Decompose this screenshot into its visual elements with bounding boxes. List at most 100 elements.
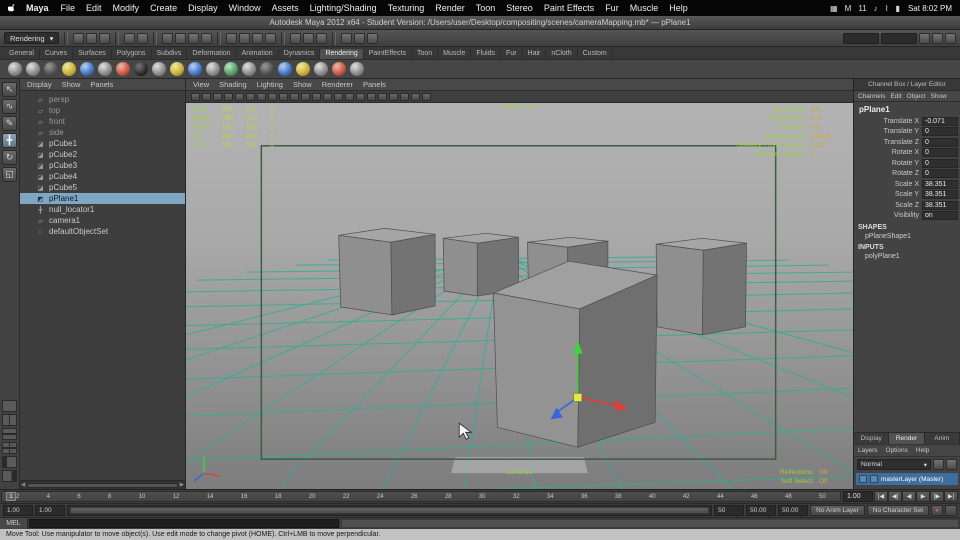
- menu-bar-status-icon[interactable]: M: [845, 4, 852, 13]
- viewport-toolbar-icon[interactable]: [213, 92, 222, 101]
- channel-attribute-row[interactable]: Scale X 38.351: [854, 179, 960, 190]
- viewport-toolbar-icon[interactable]: [202, 92, 211, 101]
- playback-button[interactable]: ◀|: [888, 491, 902, 502]
- command-language-toggle[interactable]: MEL: [0, 518, 28, 529]
- layout-two-pane-horizontal-button[interactable]: [2, 428, 17, 440]
- tool-icon[interactable]: ∿: [2, 99, 17, 114]
- layer-editor-menu-item[interactable]: Layers: [858, 447, 878, 454]
- character-set-button[interactable]: No Character Set: [866, 505, 929, 516]
- macos-menu-item[interactable]: Paint Effects: [544, 3, 594, 13]
- viewport-toolbar-icon[interactable]: [235, 92, 244, 101]
- scrollbar-thumb[interactable]: [27, 482, 178, 488]
- macos-menu-item[interactable]: Toon: [476, 3, 496, 13]
- viewport-toolbar-icon[interactable]: [400, 92, 409, 101]
- shelf-tab[interactable]: Muscle: [438, 49, 472, 59]
- macos-menu-item[interactable]: Fur: [605, 3, 619, 13]
- construction-history-icon[interactable]: [316, 32, 328, 44]
- viewport-toolbar-icon[interactable]: [389, 92, 398, 101]
- viewport-toolbar-icon[interactable]: [268, 92, 277, 101]
- show-channel-box-icon[interactable]: [945, 32, 956, 44]
- select-component-icon[interactable]: [188, 32, 200, 44]
- app-menu-maya[interactable]: Maya: [26, 3, 49, 13]
- macos-menu-item[interactable]: Help: [669, 3, 688, 13]
- shelf-tab[interactable]: Fluids: [471, 49, 502, 59]
- shape-node-name[interactable]: pPlaneShape1: [854, 232, 960, 241]
- viewport-menu-item[interactable]: View: [193, 80, 209, 89]
- channel-attribute-value-field[interactable]: 0: [922, 158, 958, 168]
- channel-box-menu-item[interactable]: Show: [930, 93, 946, 100]
- shelf-icon[interactable]: [116, 62, 130, 76]
- viewport-toolbar-icon[interactable]: [279, 92, 288, 101]
- viewport-toolbar-icon[interactable]: [356, 92, 365, 101]
- new-layer-from-selected-icon[interactable]: [946, 459, 957, 470]
- channel-attribute-row[interactable]: Translate X -0.071: [854, 116, 960, 127]
- layout-single-pane-button[interactable]: [2, 400, 17, 412]
- outliner-item[interactable]: ▱ front: [20, 116, 185, 127]
- open-scene-icon[interactable]: [86, 32, 98, 44]
- channel-attribute-row[interactable]: Rotate X 0: [854, 148, 960, 159]
- macos-menu-item[interactable]: Window: [229, 3, 261, 13]
- viewport-3d-scene[interactable]: [186, 103, 853, 489]
- layer-editor-tab[interactable]: Display: [854, 433, 890, 444]
- viewport-menu-item[interactable]: Shading: [219, 80, 247, 89]
- shelf-icon[interactable]: [26, 62, 40, 76]
- channel-attribute-value-field[interactable]: 0: [922, 137, 958, 147]
- command-input-field[interactable]: [29, 519, 339, 528]
- outliner-item[interactable]: ▱ camera1: [20, 215, 185, 226]
- shelf-tab[interactable]: Custom: [578, 49, 613, 59]
- coordinate-input-field[interactable]: [881, 32, 917, 44]
- shelf-tab[interactable]: General: [4, 49, 40, 59]
- viewport-toolbar-icon[interactable]: [312, 92, 321, 101]
- quick-select-field[interactable]: [843, 32, 879, 44]
- channel-attribute-value-field[interactable]: on: [922, 211, 958, 221]
- shelf-icon[interactable]: [296, 62, 310, 76]
- macos-menu-item[interactable]: Stereo: [506, 3, 533, 13]
- macos-menu-item[interactable]: File: [61, 3, 76, 13]
- viewport-toolbar-icon[interactable]: [411, 92, 420, 101]
- undo-icon[interactable]: [124, 32, 136, 44]
- playback-button[interactable]: ◀: [902, 491, 916, 502]
- shelf-icon[interactable]: [350, 62, 364, 76]
- playback-button[interactable]: ▶|: [944, 491, 958, 502]
- ipr-render-icon[interactable]: [354, 32, 366, 44]
- range-start-field[interactable]: 1.00: [3, 505, 33, 516]
- viewport-toolbar-icon[interactable]: [345, 92, 354, 101]
- outliner-item[interactable]: ▱ side: [20, 127, 185, 138]
- playback-button[interactable]: |▶: [930, 491, 944, 502]
- macos-menu-item[interactable]: Assets: [272, 3, 299, 13]
- viewport-toolbar-icon[interactable]: [301, 92, 310, 101]
- channel-attribute-row[interactable]: Rotate Y 0: [854, 158, 960, 169]
- render-current-frame-icon[interactable]: [341, 32, 353, 44]
- range-start-field[interactable]: 1.00: [35, 505, 65, 516]
- range-end-field[interactable]: 50.00: [778, 505, 809, 516]
- channel-attribute-value-field[interactable]: 38.351: [922, 179, 958, 189]
- show-attribute-editor-icon[interactable]: [919, 32, 930, 44]
- scroll-right-icon[interactable]: ▶: [180, 482, 184, 488]
- macos-menu-item[interactable]: Create: [150, 3, 177, 13]
- viewport-menu-item[interactable]: Renderer: [322, 80, 353, 89]
- shelf-icon[interactable]: [206, 62, 220, 76]
- channel-attribute-value-field[interactable]: 38.351: [922, 200, 958, 210]
- outliner-item[interactable]: ◪ pCube2: [20, 149, 185, 160]
- outliner-item[interactable]: ╋ null_locator1: [20, 204, 185, 215]
- outliner-menu-item[interactable]: Display: [27, 80, 52, 89]
- apple-menu-icon[interactable]: [8, 3, 17, 13]
- shelf-tab[interactable]: Surfaces: [73, 49, 112, 59]
- menu-set-selector[interactable]: Rendering ▾: [4, 32, 60, 44]
- time-slider-track[interactable]: 1 2 4 6 8 10 12 14 16 18 20 22 24 26 28 30 32 34 36 38 40 42…: [1, 491, 841, 502]
- viewport-toolbar-icon[interactable]: [422, 92, 431, 101]
- outliner-item[interactable]: ▱ top: [20, 105, 185, 116]
- shelf-tab[interactable]: Toon: [412, 49, 439, 59]
- macos-menu-item[interactable]: Muscle: [630, 3, 659, 13]
- tool-icon[interactable]: ↖: [2, 82, 17, 97]
- shelf-tab[interactable]: Hair: [523, 49, 547, 59]
- channel-attribute-row[interactable]: Translate Z 0: [854, 137, 960, 148]
- new-layer-icon[interactable]: [933, 459, 944, 470]
- tool-icon[interactable]: ╋: [2, 133, 17, 148]
- render-layer-row-selected[interactable]: masterLayer (Master): [856, 473, 958, 485]
- input-node-name[interactable]: polyPlane1: [854, 252, 960, 261]
- channel-attribute-row[interactable]: Visibility on: [854, 211, 960, 222]
- menu-bar-status-icon[interactable]: ▮: [896, 4, 900, 13]
- viewport-menu-item[interactable]: Panels: [363, 80, 386, 89]
- viewport-toolbar-icon[interactable]: [257, 92, 266, 101]
